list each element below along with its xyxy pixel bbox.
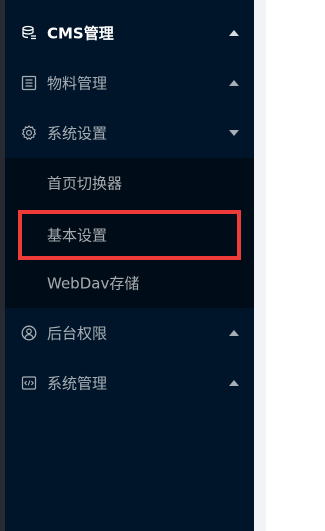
chevron-up-icon	[229, 80, 239, 86]
database-icon	[21, 25, 37, 41]
sidebar-item-system-management[interactable]: 系统管理	[5, 358, 254, 408]
sidebar-item-admin-permissions[interactable]: 后台权限	[5, 308, 254, 358]
chevron-down-icon	[229, 130, 239, 136]
chevron-up-icon	[229, 30, 239, 36]
sidebar-item-materials[interactable]: 物料管理	[5, 58, 254, 108]
code-icon	[21, 375, 37, 391]
submenu-item-label: 基本设置	[47, 226, 108, 245]
submenu-system-settings: 首页切换器 基本设置 WebDav存储	[5, 158, 254, 308]
sidebar-item-label: 后台权限	[47, 324, 108, 343]
gear-icon	[21, 125, 37, 141]
sidebar-divider	[254, 0, 266, 531]
submenu-item-webdav-storage[interactable]: WebDav存储	[5, 258, 254, 308]
user-circle-icon	[21, 325, 37, 341]
chevron-up-icon	[229, 380, 239, 386]
sidebar-item-cms[interactable]: CMS管理	[5, 8, 254, 58]
sidebar-item-label: 系统设置	[47, 124, 108, 143]
sidebar-item-system-settings[interactable]: 系统设置	[5, 108, 254, 158]
submenu-item-homepage-switcher[interactable]: 首页切换器	[5, 158, 254, 208]
submenu-item-label: 首页切换器	[47, 174, 123, 193]
sidebar-item-label: CMS管理	[47, 24, 114, 43]
main-content	[266, 0, 325, 531]
submenu-item-label: WebDav存储	[47, 274, 140, 293]
sidebar-item-label: 系统管理	[47, 374, 108, 393]
sidebar: CMS管理 物料管理 系统设置 首页切换器 基本设置 WebDav存储 后台权限…	[5, 0, 254, 531]
sidebar-item-label: 物料管理	[47, 74, 108, 93]
chevron-up-icon	[229, 330, 239, 336]
submenu-item-basic-settings[interactable]: 基本设置	[5, 210, 254, 260]
list-icon	[21, 75, 37, 91]
